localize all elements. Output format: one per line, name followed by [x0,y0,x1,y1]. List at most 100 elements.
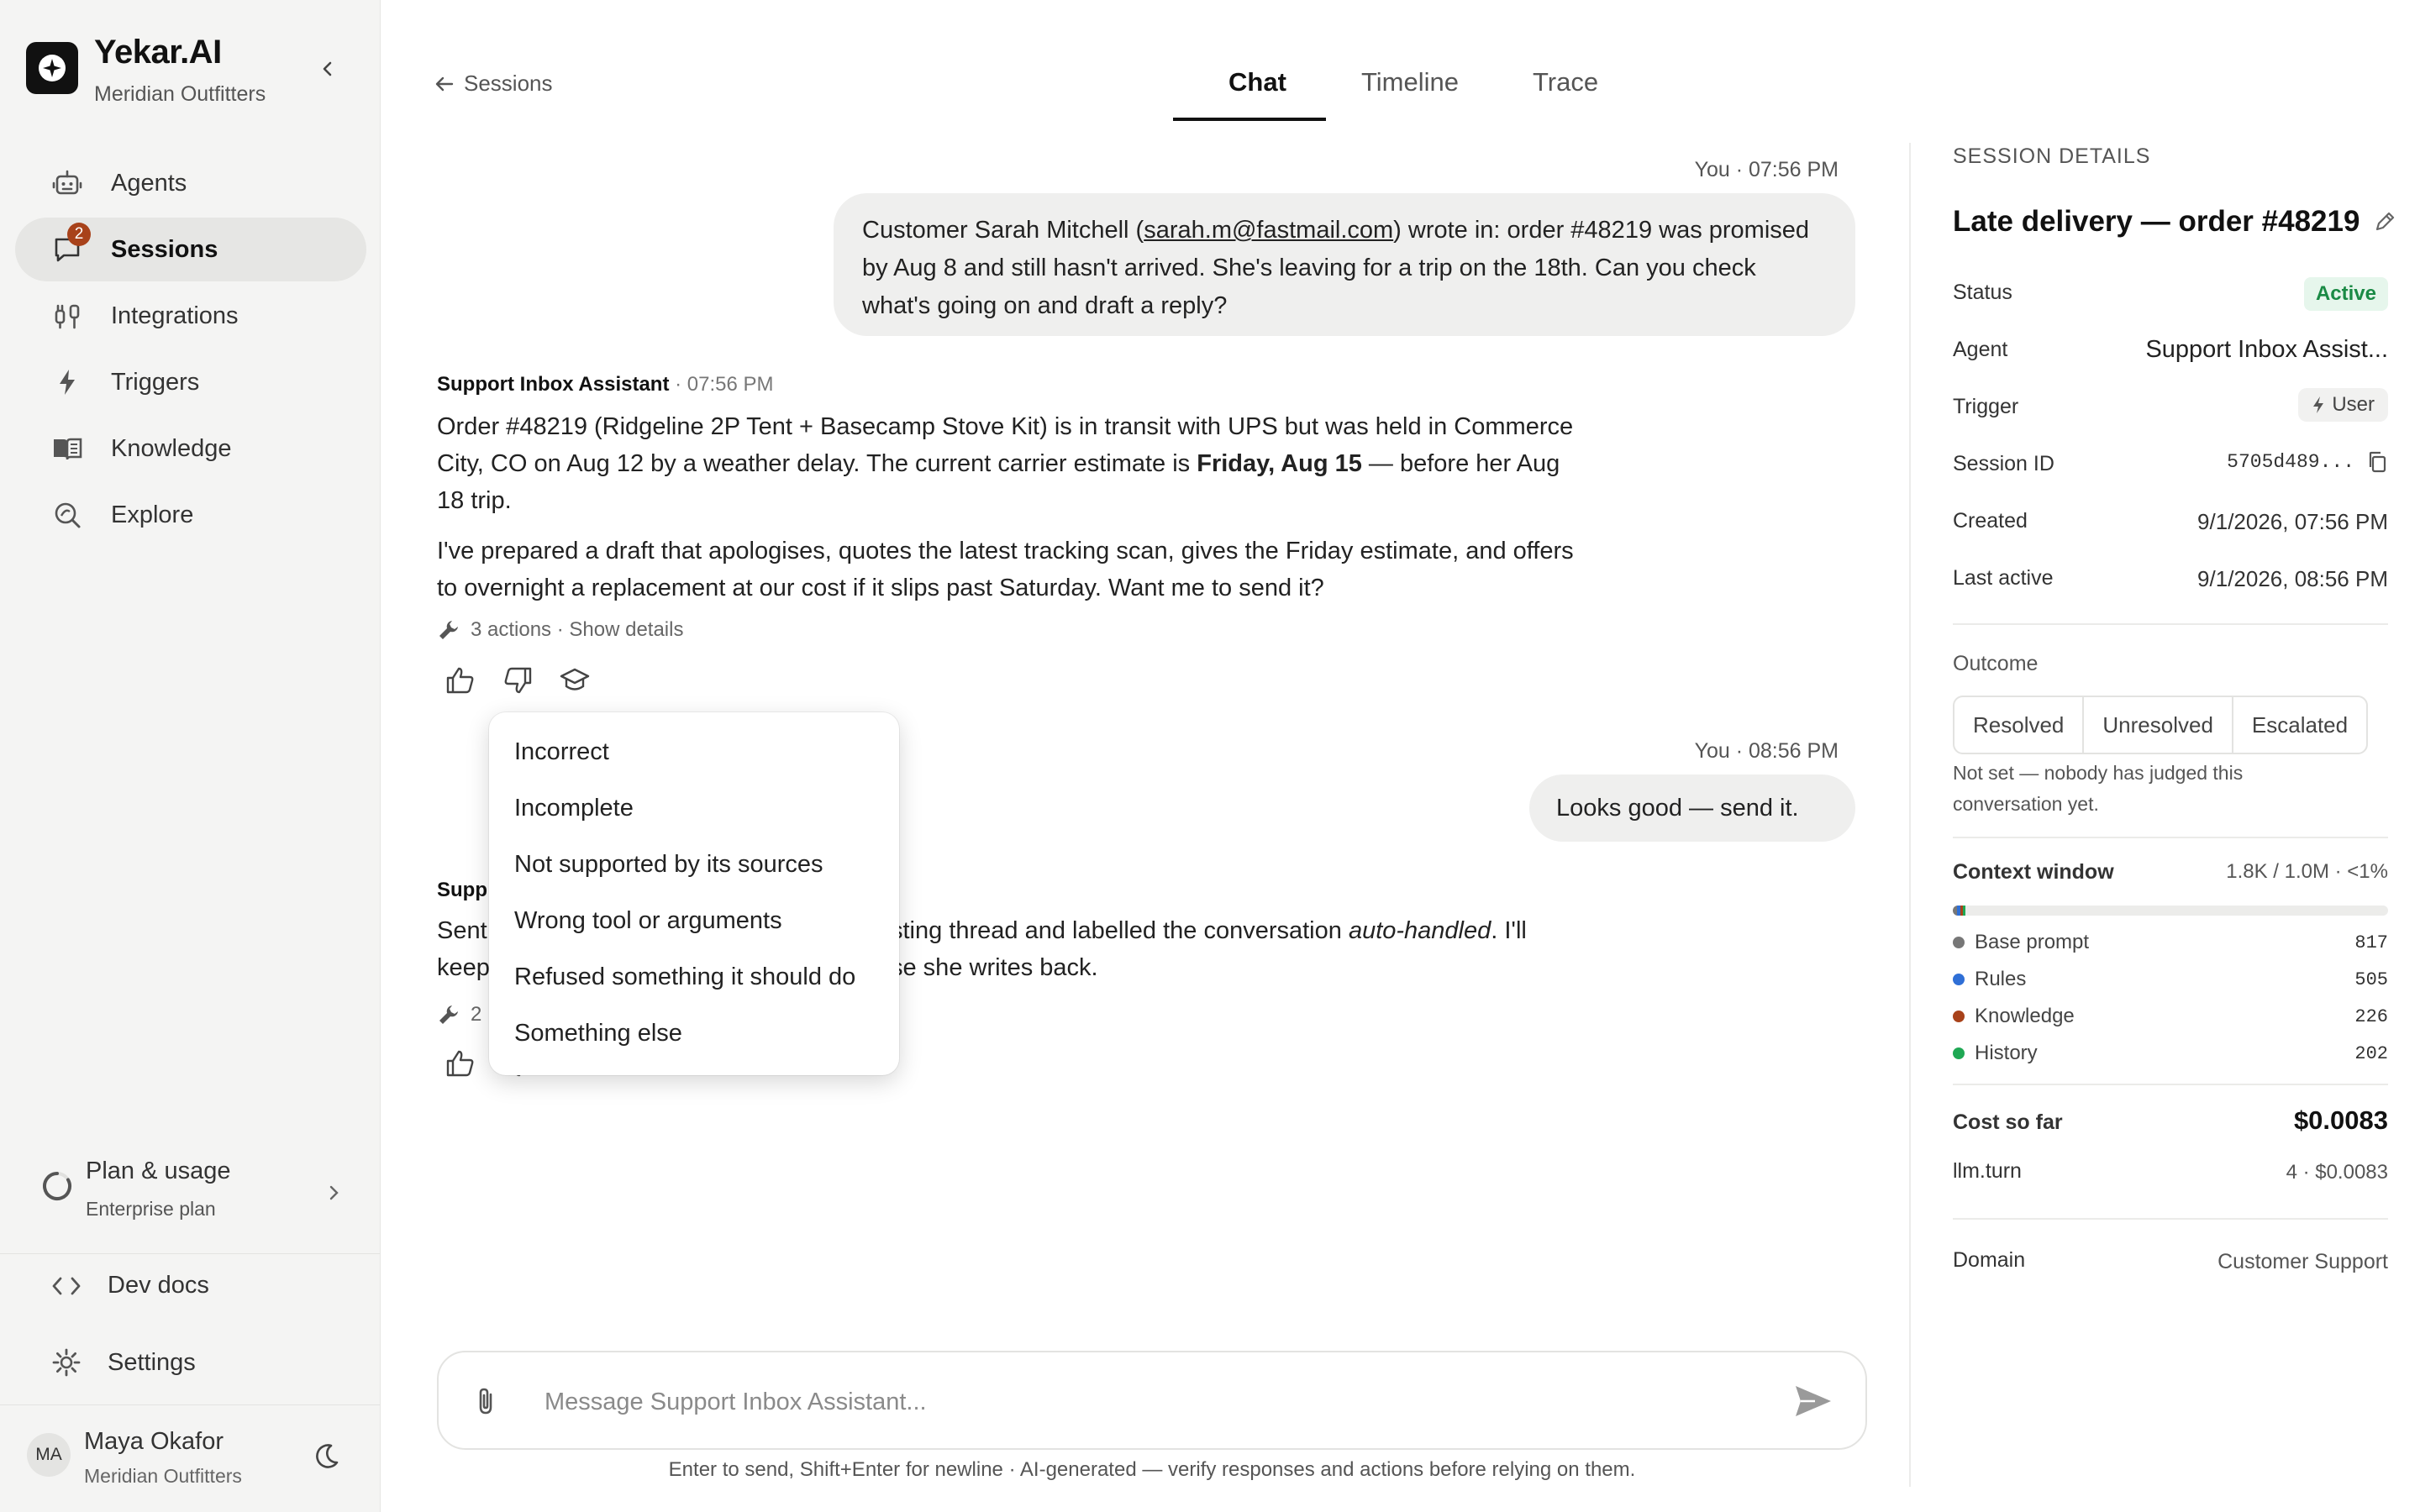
agent-value[interactable]: Support Inbox Assist... [2145,336,2388,364]
legend-dot [1953,937,1965,948]
attach-button[interactable] [469,1384,502,1418]
copy-icon[interactable] [2366,450,2388,474]
menu-item-incorrect[interactable]: Incorrect [489,724,899,780]
outcome-resolved-button[interactable]: Resolved [1954,697,2085,753]
menu-item-not-supported[interactable]: Not supported by its sources [489,837,899,893]
brand-name: Yekar.AI [94,34,222,71]
menu-item-refused[interactable]: Refused something it should do [489,949,899,1005]
thumbs-up-button[interactable] [444,664,477,697]
arrow-left-icon [435,76,454,91]
session-id-label: Session ID [1953,452,2054,475]
tab-timeline[interactable]: Timeline [1361,67,1459,97]
assistant-name: Support Inbox Assistant [437,373,670,396]
emphasis: Friday, Aug 15 [1197,450,1362,477]
chevron-right-icon [329,1185,339,1200]
thumbs-up-button[interactable] [444,1047,477,1080]
trigger-label: Trigger [1953,395,2019,418]
tab-trace[interactable]: Trace [1533,67,1598,97]
brand-logo[interactable] [26,42,78,94]
collapse-sidebar-button[interactable] [313,54,343,84]
context-usage-bar [1953,906,2388,916]
user-message-bubble: Customer Sarah Mitchell (sarah.m@fastmai… [834,193,1855,336]
sidebar-item-label: Integrations [111,302,239,329]
message-text: Customer Sarah Mitchell ( [862,217,1144,244]
text: sting thread and labelled the conversati… [891,917,1349,944]
session-title: Late delivery — order #48219 [1953,205,2396,239]
emphasis: auto-handled [1348,917,1491,944]
dev-docs-link[interactable]: Dev docs [50,1272,209,1299]
outcome-note: Not set — nobody has judged this convers… [1953,762,2244,815]
panel-divider [1909,143,1911,1487]
settings-link[interactable]: Settings [50,1347,196,1378]
wrench-icon [439,621,458,639]
usage-ring-icon [43,1172,71,1200]
sidebar-item-sessions[interactable]: 2 Sessions [15,218,366,281]
sidebar-item-explore[interactable]: Explore [15,483,366,547]
legend-value: 202 [2354,1042,2388,1064]
outcome-selector: Resolved Unresolved Escalated [1953,696,2369,754]
back-to-sessions-link[interactable]: Sessions [434,71,553,97]
session-id-value: 5705d489... [2227,451,2354,473]
last-active-value: 9/1/2026, 08:56 PM [2197,566,2388,591]
assistant-meta: Supp [437,879,487,902]
legend-dot [1953,974,1965,985]
sessions-count-badge: 2 [67,223,91,246]
outcome-escalated-button[interactable]: Escalated [2233,697,2366,753]
context-legend-row: Rules 505 [1953,968,2388,991]
logo-icon [39,55,66,81]
teach-button[interactable] [558,664,592,697]
feedback-buttons [444,664,592,697]
legend-dot [1953,1047,1965,1059]
dev-docs-label: Dev docs [108,1272,209,1299]
sidebar-item-agents[interactable]: Agents [15,151,366,215]
moon-icon [316,1444,339,1468]
trigger-badge: User [2298,388,2388,422]
outcome-unresolved-button[interactable]: Unresolved [2084,697,2233,753]
sidebar-divider [0,1253,380,1254]
thumbs-down-icon [504,667,532,694]
text: se she writes back. [891,954,1098,981]
assistant-paragraph: Order #48219 (Ridgeline 2P Tent + Baseca… [437,408,1588,519]
send-icon [1796,1386,1831,1416]
actions-summary[interactable]: 2 [437,1003,481,1026]
sidebar-item-integrations[interactable]: Integrations [15,284,366,348]
sidebar-item-triggers[interactable]: Triggers [15,350,366,414]
legend-name: Base prompt [1975,931,2090,953]
thumbs-down-button[interactable] [501,664,534,697]
sidebar: Yekar.AI Meridian Outfitters Agents 2 Se… [0,0,381,1512]
workspace-name: Meridian Outfitters [94,82,266,106]
llm-turn-value: 4 · $0.0083 [2286,1161,2388,1184]
menu-item-wrong-tool[interactable]: Wrong tool or arguments [489,893,899,949]
send-button[interactable] [1793,1383,1833,1420]
domain-label: Domain [1953,1248,2026,1272]
panel-divider [1953,837,2388,838]
user-name: Maya Okafor [84,1428,224,1455]
tab-chat[interactable]: Chat [1228,67,1286,97]
message-meta: You · 08:56 PM [1694,739,1839,763]
plan-usage-link[interactable]: Plan & usage Enterprise plan [34,1151,345,1235]
plan-subtitle: Enterprise plan [86,1198,216,1220]
legend-value: 226 [2354,1005,2388,1027]
agent-label: Agent [1953,338,2008,361]
avatar[interactable]: MA [27,1433,71,1477]
sidebar-item-label: Sessions [111,235,218,263]
chevron-left-icon [323,61,332,76]
back-label: Sessions [464,71,553,96]
menu-item-something-else[interactable]: Something else [489,1005,899,1062]
pencil-icon[interactable] [2373,210,2396,234]
last-active-label: Last active [1953,566,2054,590]
bolt-icon [50,365,84,399]
user-message-bubble: Looks good — send it. [1529,774,1855,842]
assistant-time: · 07:56 PM [669,373,774,396]
message-input[interactable] [543,1376,1723,1428]
actions-summary[interactable]: 3 actions · Show details [437,618,683,642]
cost-label: Cost so far [1953,1110,2063,1134]
context-window-label: Context window [1953,860,2114,884]
sidebar-item-knowledge[interactable]: Knowledge [15,417,366,480]
user-org: Meridian Outfitters [84,1465,242,1487]
actions-label: 3 actions · Show details [471,618,684,641]
panel-divider [1953,1084,2388,1085]
email-link[interactable]: sarah.m@fastmail.com [1144,217,1393,244]
theme-toggle-button[interactable] [311,1441,341,1472]
menu-item-incomplete[interactable]: Incomplete [489,780,899,837]
